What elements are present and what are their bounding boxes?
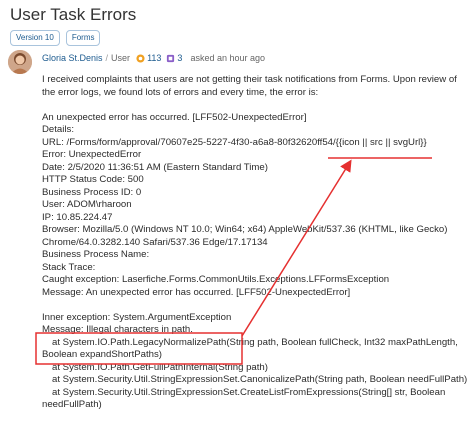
inner-exception-block: Inner exception: System.ArgumentExceptio… [42, 312, 472, 337]
stack-trace-block: at System.IO.Path.LegacyNormalizePath(St… [42, 337, 472, 412]
error-block: An unexpected error has occurred. [LFF50… [42, 112, 472, 300]
stack-line: Boolean expandShortPaths) [42, 349, 163, 360]
meta-separator: / [105, 53, 109, 63]
intro-paragraph: I received complaints that users are not… [42, 74, 457, 98]
asked-time: asked an hour ago [190, 53, 265, 63]
stack-line: needFullPath) [42, 399, 102, 410]
error-line: Details: [42, 124, 74, 135]
author-role: User [111, 53, 131, 63]
error-line: Browser: Mozilla/5.0 (Windows NT 10.0; W… [42, 224, 448, 235]
error-line: HTTP Status Code: 500 [42, 174, 144, 185]
error-line: Stack Trace: [42, 261, 96, 273]
error-line: Date: 2/5/2020 11:36:51 AM (Eastern Stan… [42, 161, 268, 173]
page-title: User Task Errors [10, 5, 137, 24]
stack-line: at System.Security.Util.StringExpression… [52, 386, 446, 398]
author-badges: 3 [177, 53, 183, 63]
tag-list: Version 10 Forms [10, 30, 101, 46]
error-line: Caught exception: Laserfiche.Forms.Commo… [42, 274, 390, 285]
error-line: IP: 10.85.224.47 [42, 211, 113, 223]
tag-forms[interactable]: Forms [65, 30, 101, 46]
author-name-link[interactable]: Gloria St.Denis [42, 53, 103, 63]
points-icon [136, 53, 145, 63]
error-line: Business Process ID: 0 [42, 186, 142, 198]
author-points: 113 [147, 53, 162, 63]
post-meta: Gloria St.Denis / User 113 3 asked an ho… [42, 53, 265, 63]
error-line: Error: UnexpectedError [42, 149, 142, 160]
stack-line: at System.IO.Path.LegacyNormalizePath(St… [52, 336, 458, 348]
question-body: I received complaints that users are not… [42, 74, 472, 412]
error-line: Business Process Name: [42, 249, 150, 260]
tag-version-10[interactable]: Version 10 [10, 30, 60, 46]
stack-line: at System.IO.Path.GetFullPathInternal(St… [52, 361, 268, 373]
avatar[interactable] [8, 50, 32, 74]
error-url-line: URL: /Forms/form/approval/70607e25-5227-… [42, 136, 427, 148]
error-line: An unexpected error has occurred. [LFF50… [42, 111, 307, 123]
error-line: Chrome/64.0.3282.140 Safari/537.36 Edge/… [42, 236, 268, 248]
badge-icon [167, 54, 175, 62]
stack-line: at System.Security.Util.StringExpression… [52, 374, 468, 385]
error-line: User: ADOM\rharoon [42, 199, 132, 210]
inner-exception-message: Message: Illegal characters in path. [42, 324, 193, 335]
avatar-image [8, 50, 32, 74]
error-line: Message: An unexpected error has occurre… [42, 286, 351, 298]
inner-exception-line: Inner exception: System.ArgumentExceptio… [42, 311, 232, 323]
